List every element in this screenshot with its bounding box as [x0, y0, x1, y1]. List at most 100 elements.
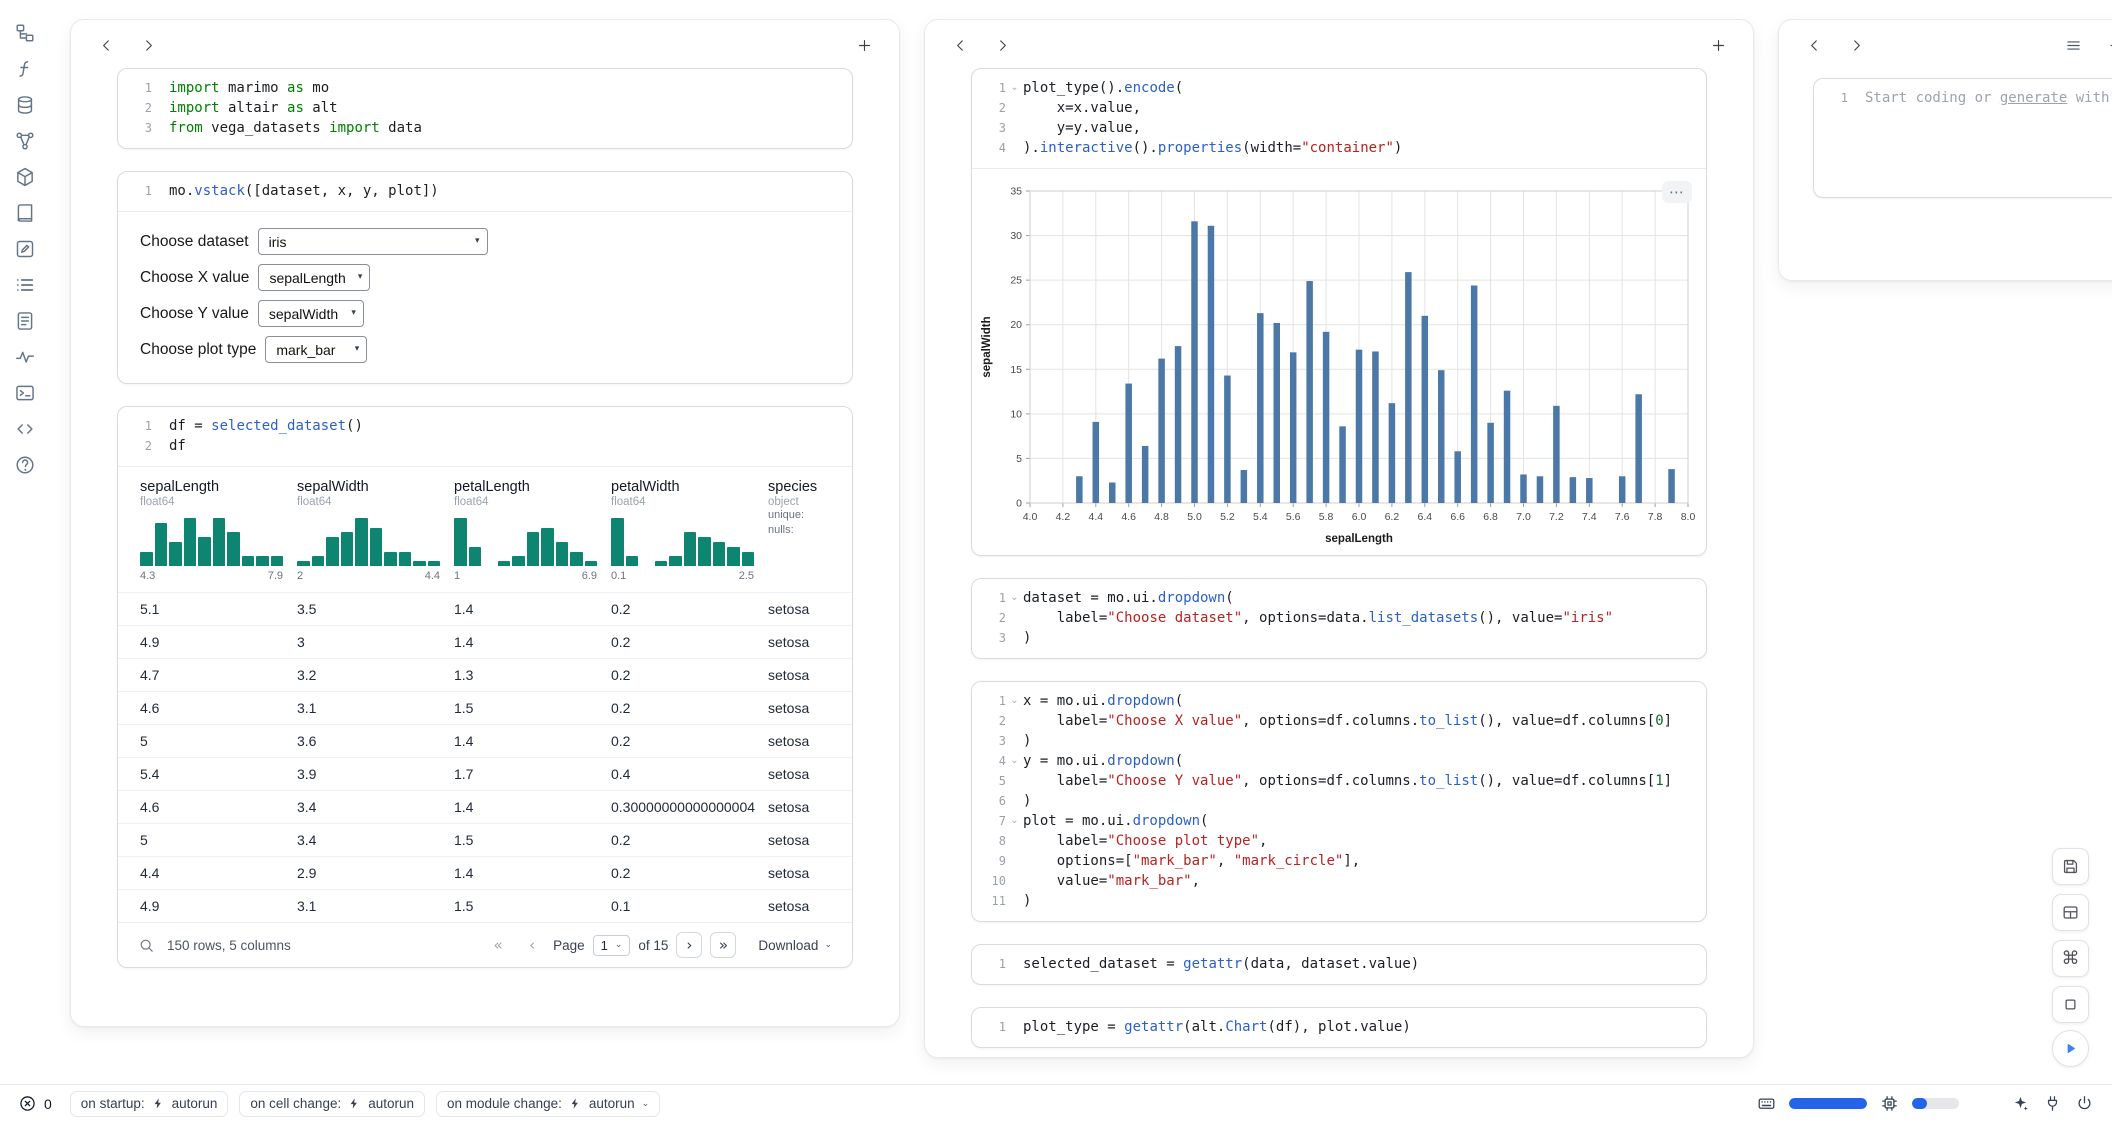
code-editor[interactable]: 1plot_type = getattr(alt.Chart(df), plot… — [972, 1008, 1706, 1047]
help-icon[interactable] — [7, 448, 43, 481]
column-header-petalLength[interactable]: petalLengthfloat6416.9 — [454, 479, 611, 592]
keyboard-icon[interactable] — [1757, 1094, 1776, 1113]
svg-text:5.6: 5.6 — [1286, 511, 1301, 523]
documentation-icon[interactable] — [7, 196, 43, 229]
dataset-select[interactable]: iris▾ — [258, 228, 488, 255]
vstack-cell: 1mo.vstack([dataset, x, y, plot]) Choose… — [117, 171, 853, 384]
code-editor[interactable]: 1 Start coding or generate with AI. — [1814, 79, 2112, 118]
code-editor[interactable]: 1⌄dataset = mo.ui.dropdown(2 label="Choo… — [972, 579, 1706, 658]
code-editor[interactable]: 1import marimo as mo2import altair as al… — [118, 69, 852, 148]
memory-usage-bar[interactable] — [1789, 1098, 1867, 1109]
column-back-button[interactable] — [91, 30, 121, 60]
table-row[interactable]: 53.41.50.2setosa — [118, 823, 852, 856]
fold-chevron-icon[interactable]: ⌄ — [1006, 811, 1023, 831]
code-editor[interactable]: 1selected_dataset = getattr(data, datase… — [972, 945, 1706, 984]
table-row[interactable]: 4.931.40.2setosa — [118, 625, 852, 658]
menu-button[interactable] — [2057, 29, 2089, 61]
last-page-button[interactable]: » — [710, 932, 736, 958]
table-cell: setosa — [768, 898, 852, 914]
settings-button[interactable] — [2101, 29, 2112, 61]
run-button[interactable] — [2052, 1030, 2089, 1067]
line-number: 1 — [1814, 88, 1848, 108]
line-number: 2 — [972, 711, 1006, 731]
table-row[interactable]: 53.61.40.2setosa — [118, 724, 852, 757]
scratchpad-icon[interactable] — [7, 232, 43, 265]
svg-text:0: 0 — [1016, 498, 1022, 510]
ai-sparkle-icon[interactable] — [2011, 1094, 2030, 1113]
code-editor[interactable]: 1⌄x = mo.ui.dropdown(2 label="Choose X v… — [972, 682, 1706, 921]
dependencies-icon[interactable] — [7, 124, 43, 157]
altair-bar-chart[interactable]: 4.04.24.44.64.85.05.25.45.65.86.06.26.46… — [972, 177, 1706, 549]
table-cell: 1.4 — [454, 865, 611, 881]
first-page-button[interactable]: « — [485, 932, 511, 958]
table-row[interactable]: 4.93.11.50.1setosa — [118, 889, 852, 922]
plug-icon[interactable] — [2043, 1094, 2062, 1113]
line-number: 2 — [972, 608, 1006, 628]
table-row[interactable]: 5.13.51.40.2setosa — [118, 592, 852, 625]
chip-on-module-change[interactable]: on module change:autorun⌄ — [436, 1091, 660, 1117]
chip-on-cell-change[interactable]: on cell change:autorun — [239, 1091, 425, 1117]
svg-text:5.0: 5.0 — [1187, 511, 1202, 523]
table-cell: 1.4 — [454, 634, 611, 650]
table-cell: 5.1 — [140, 601, 297, 617]
chip-on-startup[interactable]: on startup:autorun — [70, 1091, 229, 1117]
files-icon[interactable] — [7, 16, 43, 49]
column-header-sepalLength[interactable]: sepalLengthfloat644.37.9 — [140, 479, 297, 592]
column-forward-button[interactable] — [133, 30, 163, 60]
fold-chevron-icon[interactable]: ⌄ — [1006, 78, 1023, 98]
search-icon[interactable] — [138, 937, 155, 954]
dataframe-table: sepalLengthfloat644.37.9sepalWidthfloat6… — [118, 466, 852, 967]
y-value-select[interactable]: sepalWidth▾ — [258, 300, 364, 327]
snippets-icon[interactable] — [7, 412, 43, 445]
code-editor[interactable]: 1mo.vstack([dataset, x, y, plot]) — [118, 172, 852, 211]
code-editor[interactable]: 1df = selected_dataset()2df — [118, 407, 852, 466]
column-histogram — [611, 518, 754, 566]
plot-type-select[interactable]: mark_bar▾ — [265, 336, 367, 363]
table-cell: 0.2 — [611, 865, 768, 881]
generate-ai-link[interactable]: generate — [2000, 90, 2067, 106]
x-value-select[interactable]: sepalLength▾ — [258, 264, 370, 291]
column-forward-button[interactable] — [987, 30, 1017, 60]
outline-icon[interactable] — [7, 268, 43, 301]
add-cell-button[interactable] — [849, 30, 879, 60]
datasources-icon[interactable] — [7, 88, 43, 121]
cpu-usage-bar[interactable] — [1912, 1098, 1959, 1109]
page-select[interactable]: 1⌄ — [593, 935, 631, 956]
table-row[interactable]: 4.63.41.40.30000000000000004setosa — [118, 790, 852, 823]
logs-icon[interactable] — [7, 304, 43, 337]
column-header-species[interactable]: speciesobjectunique:nulls: — [768, 479, 852, 592]
column-forward-button[interactable] — [1841, 30, 1871, 60]
table-row[interactable]: 4.73.21.30.2setosa — [118, 658, 852, 691]
functions-icon[interactable] — [7, 52, 43, 85]
save-button[interactable] — [2052, 848, 2089, 885]
code-editor[interactable]: 1⌄plot_type().encode(2 x=x.value,3 y=y.v… — [972, 69, 1706, 168]
table-row[interactable]: 4.63.11.50.2setosa — [118, 691, 852, 724]
download-button[interactable]: Download⌄ — [758, 938, 832, 953]
column-header-petalWidth[interactable]: petalWidthfloat640.12.5 — [611, 479, 768, 592]
fold-chevron-icon[interactable]: ⌄ — [1006, 588, 1023, 608]
chart-options-button[interactable]: ⋯ — [1662, 181, 1692, 203]
terminal-icon[interactable] — [7, 376, 43, 409]
column-back-button[interactable] — [1799, 30, 1829, 60]
table-cell: setosa — [768, 634, 852, 650]
fold-chevron-icon[interactable]: ⌄ — [1006, 751, 1023, 771]
interrupt-button[interactable] — [2052, 986, 2089, 1023]
add-cell-button[interactable] — [1703, 30, 1733, 60]
column-back-button[interactable] — [945, 30, 975, 60]
table-row[interactable]: 5.43.91.70.4setosa — [118, 757, 852, 790]
table-cell: 0.2 — [611, 733, 768, 749]
fold-chevron-icon[interactable]: ⌄ — [1006, 691, 1023, 711]
select-arrow-icon: ▾ — [351, 309, 356, 318]
svg-text:7.0: 7.0 — [1516, 511, 1531, 523]
packages-icon[interactable] — [7, 160, 43, 193]
column-header-sepalWidth[interactable]: sepalWidthfloat6424.4 — [297, 479, 454, 592]
error-indicator[interactable]: 0 — [18, 1094, 52, 1113]
prev-page-button[interactable]: ‹ — [519, 932, 545, 958]
keyboard-shortcuts-button[interactable]: ⌘ — [2052, 940, 2089, 977]
form-row: Choose Y valuesepalWidth▾ — [140, 300, 830, 327]
tracing-icon[interactable] — [7, 340, 43, 373]
next-page-button[interactable]: › — [676, 932, 702, 958]
layout-button[interactable] — [2052, 894, 2089, 931]
table-row[interactable]: 4.42.91.40.2setosa — [118, 856, 852, 889]
power-icon[interactable] — [2075, 1094, 2094, 1113]
